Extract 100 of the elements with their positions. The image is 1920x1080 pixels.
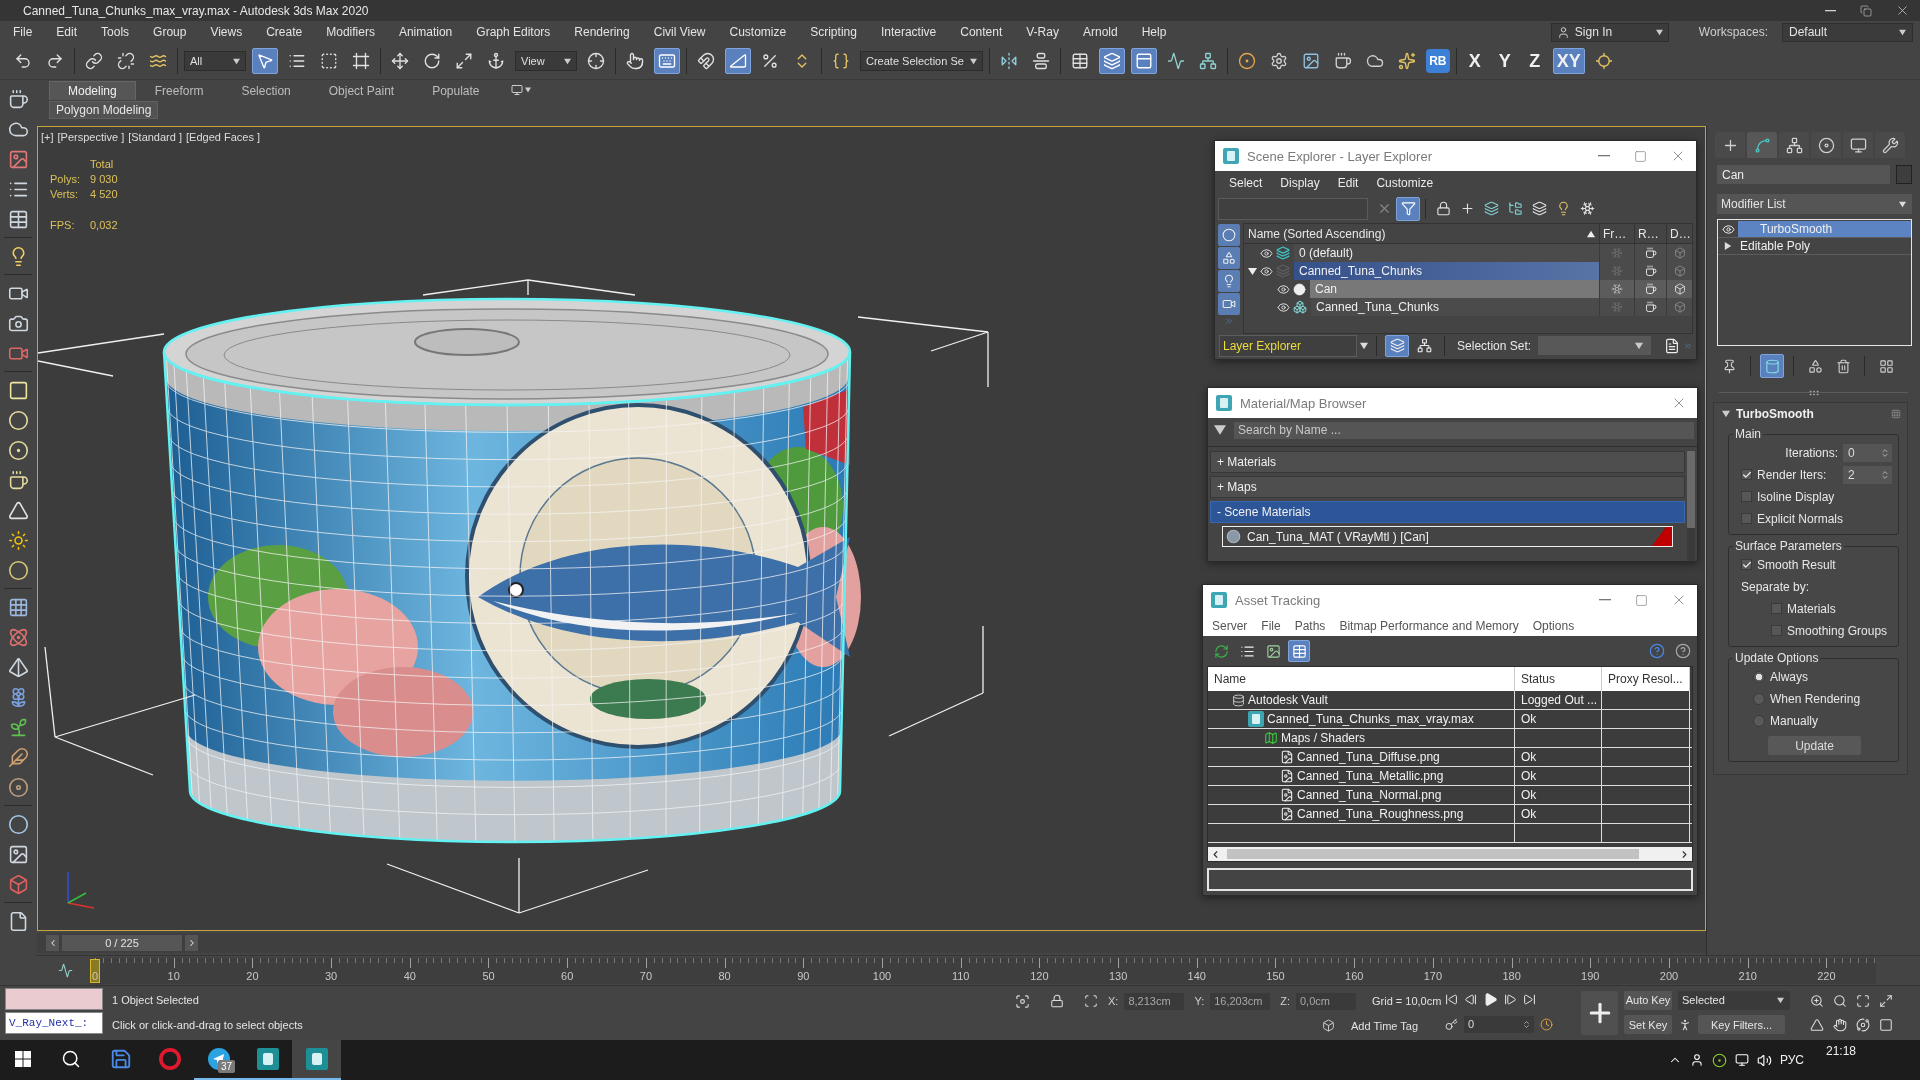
table-button[interactable] [1288,640,1310,662]
scrollbar[interactable] [1687,451,1695,561]
snowflake-icon[interactable] [1611,283,1623,295]
layer-name[interactable]: Canned_Tuna_Chunks [1294,262,1599,280]
monitor-tab[interactable] [1843,132,1873,158]
keyboard-button[interactable] [654,48,680,74]
column-header[interactable]: Proxy Resol... [1602,667,1690,691]
workspace-dropdown[interactable]: Default [1782,22,1913,42]
eye-icon[interactable] [1721,222,1735,236]
menu-item[interactable]: Interactive [868,25,949,39]
spinner-field[interactable]: 0 [1843,443,1892,462]
person-icon[interactable] [1689,1053,1704,1067]
radio-button[interactable] [1753,714,1765,727]
toolbar-badge-button[interactable]: RB [1425,49,1450,73]
menu-item[interactable]: Paths [1287,618,1333,633]
scrollbar-thumb[interactable] [1687,451,1695,528]
asset-name[interactable]: Canned_Tuna_Normal.png [1297,788,1442,802]
asset-name[interactable]: Autodesk Vault [1248,693,1328,707]
modifier-stack-item[interactable]: Editable Poly [1738,238,1911,254]
menu-item[interactable]: Rendering [562,25,642,39]
checkbox[interactable] [1741,491,1752,502]
column-header[interactable]: D… [1666,223,1692,244]
eye-icon[interactable] [1260,264,1273,278]
color-swatch-icon[interactable] [1896,165,1912,184]
menu-item[interactable]: V-Ray [1014,25,1071,39]
cup-icon[interactable] [1644,283,1657,295]
menu-item[interactable]: Group [141,25,199,39]
object-name-field[interactable]: Can [1717,165,1890,184]
column-header[interactable]: Fr… [1599,223,1634,244]
checkbox-label[interactable]: Smoothing Groups [1787,623,1888,638]
layer-name[interactable]: 0 (default) [1294,244,1599,262]
ribbon-tab[interactable]: Populate [413,81,499,100]
checkbox-label[interactable]: Materials [1787,601,1836,616]
key-mode-dropdown[interactable]: Selected [1678,990,1790,1010]
object-name[interactable]: Canned_Tuna_Chunks [1311,298,1599,316]
checkbox-label[interactable]: Isoline Display [1757,489,1835,504]
scan-frame-icon[interactable] [1084,994,1098,1009]
next-frame-button[interactable] [185,935,198,951]
radio-button[interactable] [1753,692,1765,705]
expander-icon[interactable] [1724,242,1732,250]
eye-icon[interactable] [1277,300,1290,314]
menu-item[interactable]: File [1254,618,1288,633]
menu-item[interactable]: Bitmap Performance and Memory [1332,618,1526,633]
menu-item[interactable]: Help [1129,25,1179,39]
menu-item[interactable]: Civil View [641,25,718,39]
add-time-tag-label[interactable]: Add Time Tag [1351,1019,1419,1032]
layers-button[interactable] [1385,334,1410,357]
checkbox[interactable] [1741,513,1752,524]
time-slider-thumb[interactable]: 0 / 225 [62,935,182,951]
asset-name[interactable]: Canned_Tuna_Chunks_max_vray.max [1267,712,1474,726]
menu-item[interactable]: Modifiers [314,25,387,39]
menu-item[interactable]: Views [198,25,255,39]
horizontal-scrollbar[interactable] [1208,847,1692,861]
circle-filter-button[interactable] [1218,224,1240,246]
axis-button[interactable]: X [1462,48,1487,74]
menu-item[interactable]: Graph Editors [464,25,563,39]
panel-button[interactable] [1130,48,1157,74]
coordinate-field[interactable]: 8,213cm [1124,992,1185,1010]
lightbulb-filter-button[interactable] [1218,270,1240,292]
curve-tab[interactable] [1747,132,1777,158]
previous-frame-button[interactable] [46,935,59,951]
menu-item[interactable]: Tools [89,25,142,39]
taskbar-app-button[interactable] [292,1040,341,1080]
menu-item[interactable]: Scripting [798,25,869,39]
cursor-button[interactable] [252,48,278,74]
cube-icon[interactable] [1322,1019,1335,1033]
help-button[interactable] [1673,641,1693,661]
curve-editor-button[interactable] [56,961,74,980]
ribbon-tab[interactable]: Object Paint [309,81,414,100]
filter-button[interactable] [1396,196,1420,221]
script-output-field[interactable]: V_Ray_Next_: [5,1012,103,1034]
skip-forward-icon[interactable] [1523,993,1536,1007]
person-icon[interactable] [1678,1017,1692,1032]
axis-button[interactable]: Y [1492,48,1517,74]
material-item[interactable]: Can_Tuna_MAT ( VRayMtl ) [Can] [1222,526,1673,547]
cup-icon[interactable] [1644,247,1657,259]
category-header[interactable]: + Materials [1210,451,1685,473]
menu-item[interactable]: Create [254,25,315,39]
category-header[interactable]: - Scene Materials [1210,501,1685,523]
focus-frame-icon[interactable] [1015,993,1030,1009]
viewport-menu-label[interactable]: [+] [41,131,54,143]
toolbar-dropdown[interactable]: View [515,51,577,71]
right-triangle-button[interactable] [725,48,751,74]
checkbox-label[interactable]: Smooth Result [1757,557,1836,572]
script-input-field[interactable] [5,988,103,1010]
ribbon-options-button[interactable] [508,82,533,98]
cup-icon[interactable] [1644,265,1657,277]
wrench-tab[interactable] [1875,132,1905,158]
document-icon[interactable] [1664,337,1680,354]
step-forward-icon[interactable] [1504,993,1517,1007]
column-header[interactable]: Name [1208,667,1515,691]
layers-button[interactable] [1098,48,1125,74]
menu-item[interactable]: Edit [1328,176,1368,190]
frame-spinner[interactable]: 0 [1464,1015,1534,1033]
clock-time[interactable]: 21:18 [1825,1044,1856,1058]
viewport-menu-label[interactable]: [Perspective ] [57,131,125,143]
menu-item[interactable]: File [1,25,45,39]
asset-name[interactable]: Maps / Shaders [1281,731,1366,745]
search-field[interactable] [1218,197,1368,220]
caret-icon[interactable] [1360,341,1369,350]
